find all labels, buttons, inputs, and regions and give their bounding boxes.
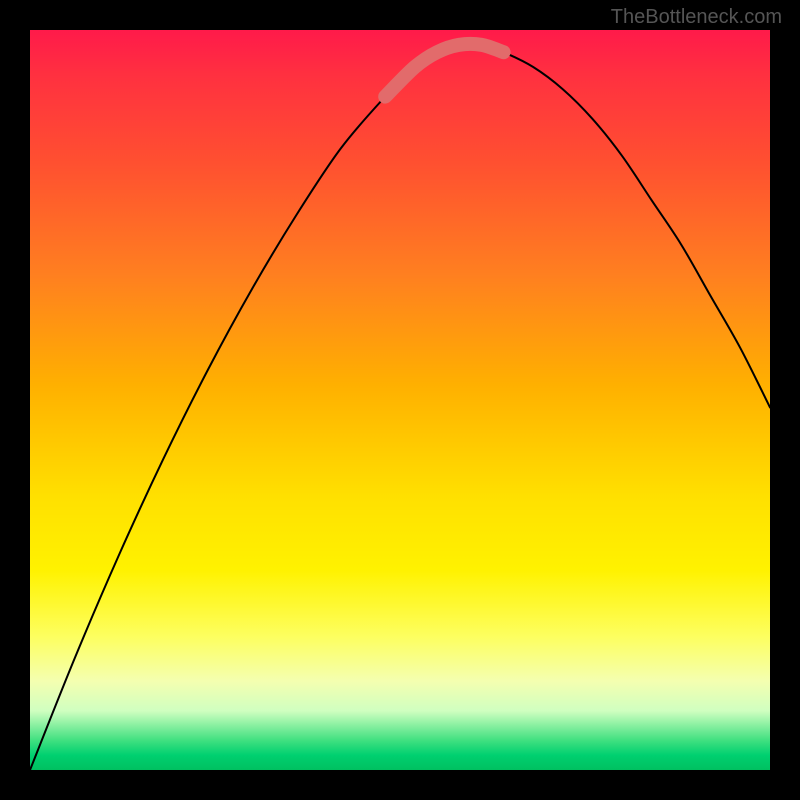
highlight-segment bbox=[385, 44, 503, 97]
plot-area bbox=[30, 30, 770, 770]
curve-svg bbox=[30, 30, 770, 770]
watermark-text: TheBottleneck.com bbox=[611, 6, 782, 29]
main-curve bbox=[30, 44, 770, 770]
chart-container: TheBottleneck.com bbox=[0, 0, 800, 800]
